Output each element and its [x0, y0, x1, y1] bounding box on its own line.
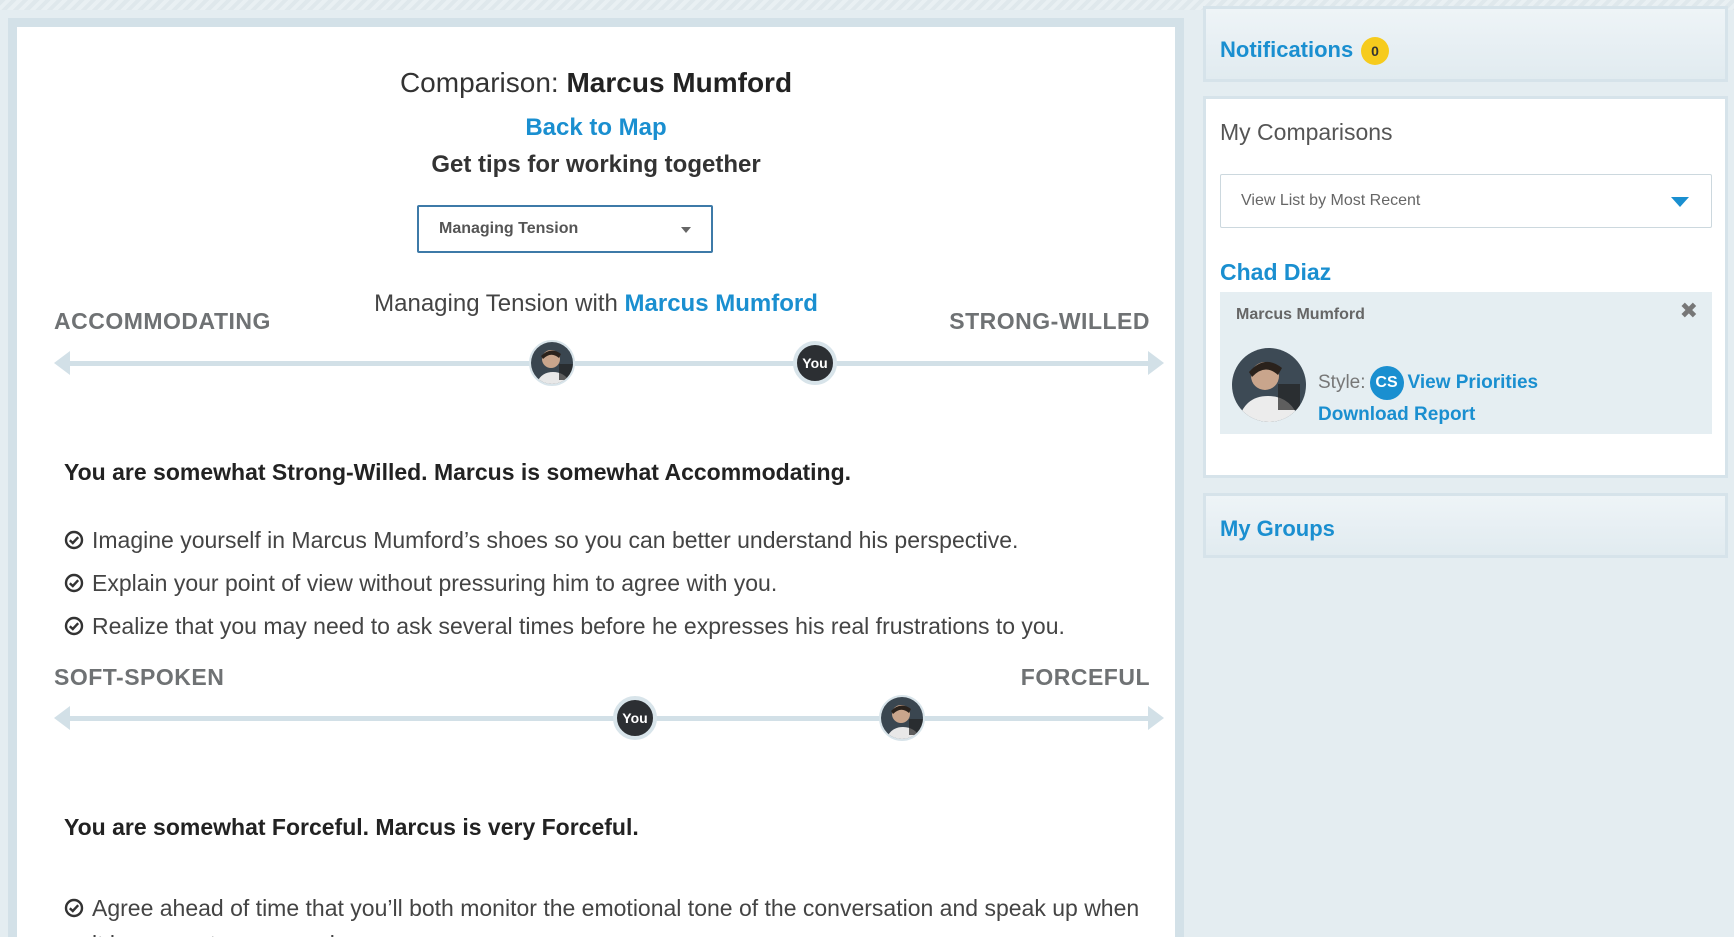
scale-2-summary-you: You are somewhat Forceful.	[64, 814, 370, 840]
comparison-group-name[interactable]: Chad Diaz	[1220, 259, 1331, 286]
scale-1-tip-3: Realize that you may need to ask several…	[64, 608, 1154, 644]
scale-1-left-label: ACCOMMODATING	[54, 308, 271, 334]
scale-1-tip-1: Imagine yourself in Marcus Mumford’s sho…	[64, 522, 1154, 558]
scale-2-track	[54, 703, 1164, 733]
comparison-prefix: Comparison:	[399, 67, 567, 98]
scale-1-you-marker: You	[793, 341, 837, 385]
scale-1-track	[54, 348, 1164, 378]
caret-down-icon	[1671, 197, 1689, 207]
scale-1-tip-2: Explain your point of view without press…	[64, 565, 1154, 601]
style-badge: CS	[1369, 366, 1404, 400]
notifications-count-badge: 0	[1361, 37, 1389, 65]
arrow-left-icon	[54, 351, 70, 375]
comparisons-sort-value: View List by Most Recent	[1241, 192, 1421, 209]
arrow-right-icon	[1148, 351, 1164, 375]
scale-2-right-label: FORCEFUL	[1020, 664, 1150, 690]
download-report-link[interactable]: Download Report	[1318, 404, 1475, 426]
style-label: Style:	[1318, 372, 1366, 393]
tip-text: Realize that you may need to ask several…	[92, 613, 1065, 639]
scale-2-marcus-avatar	[879, 695, 925, 741]
comparison-panel: Comparison: Marcus Mumford Back to Map G…	[8, 18, 1184, 937]
scale-1-right-label: STRONG-WILLED	[949, 308, 1150, 334]
comparison-name: Marcus Mumford	[566, 67, 793, 98]
scale-2-summary-them: Marcus is very Forceful.	[375, 814, 639, 840]
check-circle-icon	[64, 573, 84, 593]
back-to-map-link[interactable]: Back to Map	[17, 114, 1175, 142]
my-groups-panel[interactable]: My Groups	[1203, 493, 1728, 558]
scale-1-summary-you: You are somewhat Strong-Willed.	[64, 459, 428, 485]
comparisons-sort-select[interactable]: View List by Most Recent	[1220, 174, 1712, 228]
my-comparisons-heading: My Comparisons	[1220, 119, 1393, 145]
scale-1-summary: You are somewhat Strong-Willed. Marcus i…	[64, 459, 851, 486]
scale-2-you-marker: You	[613, 696, 657, 740]
scale-1-marcus-avatar	[529, 340, 575, 386]
my-comparisons-panel: My Comparisons View List by Most Recent …	[1203, 96, 1728, 478]
scale-2-summary: You are somewhat Forceful. Marcus is ver…	[64, 814, 639, 841]
comparison-card: Marcus Mumford ✖ Style: CS View Prioriti…	[1220, 292, 1712, 434]
subtitle-prefix: Managing Tension with	[374, 290, 625, 317]
check-circle-icon	[64, 898, 84, 918]
arrow-right-icon	[1148, 706, 1164, 730]
card-person-name: Marcus Mumford	[1236, 306, 1365, 323]
arrow-left-icon	[54, 706, 70, 730]
tip-text: Imagine yourself in Marcus Mumford’s sho…	[92, 527, 1019, 553]
notifications-panel[interactable]: Notifications 0	[1203, 6, 1728, 82]
topic-dropdown[interactable]: Managing Tension	[417, 205, 713, 253]
close-icon[interactable]: ✖	[1680, 298, 1698, 324]
subtitle-name[interactable]: Marcus Mumford	[625, 290, 818, 317]
topic-dropdown-value: Managing Tension	[439, 220, 579, 237]
my-groups-label[interactable]: My Groups	[1220, 516, 1335, 542]
scale-2-tip-1: Agree ahead of time that you’ll both mon…	[64, 890, 1154, 937]
tip-text: Explain your point of view without press…	[92, 570, 778, 596]
scale-1-summary-them: Marcus is somewhat Accommodating.	[433, 459, 852, 485]
scale-2-left-label: SOFT-SPOKEN	[54, 664, 225, 690]
comparison-title: Comparison: Marcus Mumford	[17, 67, 1175, 99]
caret-down-icon	[681, 227, 691, 233]
tip-text: Agree ahead of time that you’ll both mon…	[92, 895, 1140, 937]
tips-heading: Get tips for working together	[431, 151, 761, 178]
check-circle-icon	[64, 616, 84, 636]
check-circle-icon	[64, 530, 84, 550]
view-priorities-link[interactable]: View Priorities	[1408, 372, 1539, 394]
notifications-label[interactable]: Notifications	[1220, 37, 1353, 63]
avatar	[1232, 348, 1306, 422]
style-row: Style: CS View Priorities	[1318, 366, 1538, 400]
